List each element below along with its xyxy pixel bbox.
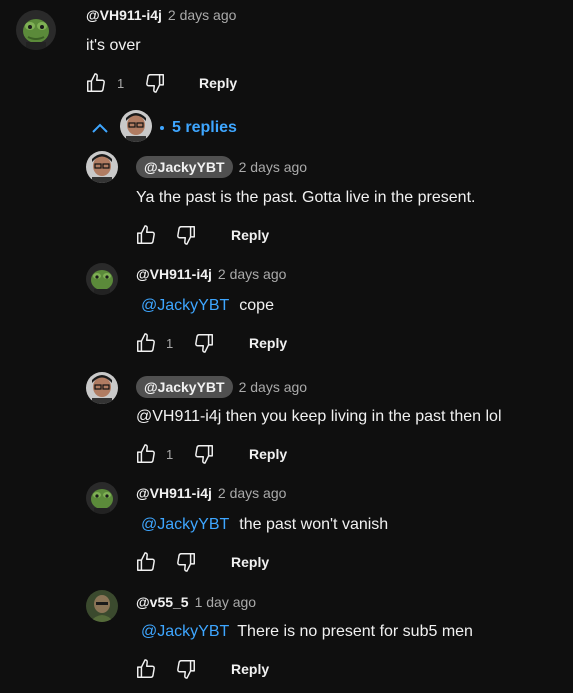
avatar[interactable] [16, 10, 56, 50]
reply-header: @v55_5 1 day ago [136, 594, 256, 610]
author-handle[interactable]: @VH911-i4j [136, 485, 212, 501]
reply-header: @JackyYBT 2 days ago [136, 376, 307, 398]
reply-time[interactable]: 2 days ago [218, 266, 287, 282]
reply-button[interactable]: Reply [231, 227, 269, 243]
reply-time[interactable]: 2 days ago [218, 485, 287, 501]
thumbs-down-icon[interactable] [175, 658, 197, 680]
reply-header: @JackyYBT 2 days ago [136, 156, 307, 178]
thumbs-up-icon[interactable] [135, 224, 157, 246]
author-handle[interactable]: @JackyYBT [136, 156, 233, 178]
reply-button[interactable]: Reply [249, 446, 287, 462]
thumbs-up-icon[interactable] [135, 332, 157, 354]
reply-header: @VH911-i4j 2 days ago [136, 266, 286, 282]
thumbs-up-icon[interactable] [135, 658, 157, 680]
replies-toggle[interactable]: 5 replies [152, 119, 237, 137]
avatar[interactable] [86, 151, 118, 183]
thumbs-down-icon[interactable] [193, 443, 215, 465]
thumbs-down-icon[interactable] [175, 224, 197, 246]
reply-body: @VH911-i4j then you keep living in the p… [136, 408, 502, 425]
like-count: 1 [117, 76, 125, 91]
reply-header: @VH911-i4j 2 days ago [136, 485, 286, 501]
reply-body: Ya the past is the past. Gotta live in t… [136, 189, 476, 206]
mention-link[interactable]: @JackyYBT [141, 297, 229, 314]
comments-thread: @VH911-i4j 2 days ago it's over 1 Reply … [0, 0, 573, 693]
reply-text: @JackyYBT cope [141, 297, 274, 315]
reply-text: Ya the past is the past. Gotta live in t… [136, 189, 475, 207]
thumbs-up-icon[interactable] [135, 443, 157, 465]
comment-body: it's over [86, 37, 141, 54]
thumbs-down-icon[interactable] [144, 72, 166, 94]
reply-time[interactable]: 1 day ago [195, 594, 257, 610]
reply-text: @JackyYBT the past won't vanish [141, 516, 388, 534]
reply-button[interactable]: Reply [231, 554, 269, 570]
thumbs-up-icon[interactable] [85, 72, 107, 94]
comment-header: @VH911-i4j 2 days ago [86, 7, 236, 23]
reply-body: the past won't vanish [239, 516, 389, 533]
separator-dot [160, 126, 164, 130]
reply-button[interactable]: Reply [249, 335, 287, 351]
reply-time[interactable]: 2 days ago [239, 379, 308, 395]
reply-time[interactable]: 2 days ago [239, 159, 308, 175]
thumbs-down-icon[interactable] [193, 332, 215, 354]
comment-time[interactable]: 2 days ago [168, 7, 237, 23]
avatar[interactable] [86, 482, 118, 514]
chevron-up-icon[interactable] [90, 120, 110, 136]
author-handle[interactable]: @v55_5 [136, 594, 189, 610]
reply-button[interactable]: Reply [231, 661, 269, 677]
author-handle[interactable]: @VH911-i4j [136, 266, 212, 282]
like-count: 1 [166, 336, 174, 351]
reply-text: @VH911-i4j then you keep living in the p… [136, 408, 502, 426]
thumbs-up-icon[interactable] [135, 551, 157, 573]
comment-text: it's over [86, 37, 141, 55]
reply-body: cope [239, 297, 274, 314]
avatar[interactable] [86, 372, 118, 404]
avatar[interactable] [86, 263, 118, 295]
thumbs-down-icon[interactable] [175, 551, 197, 573]
avatar[interactable] [86, 590, 118, 622]
reply-body: There is no present for sub5 men [237, 623, 473, 640]
like-count: 1 [166, 447, 174, 462]
avatar [120, 110, 152, 142]
reply-button[interactable]: Reply [199, 75, 237, 91]
mention-link[interactable]: @JackyYBT [141, 623, 229, 640]
author-handle[interactable]: @VH911-i4j [86, 7, 162, 23]
replies-count-label[interactable]: 5 replies [172, 119, 237, 137]
reply-text: @JackyYBT There is no present for sub5 me… [141, 623, 473, 641]
author-handle[interactable]: @JackyYBT [136, 376, 233, 398]
mention-link[interactable]: @JackyYBT [141, 516, 229, 533]
